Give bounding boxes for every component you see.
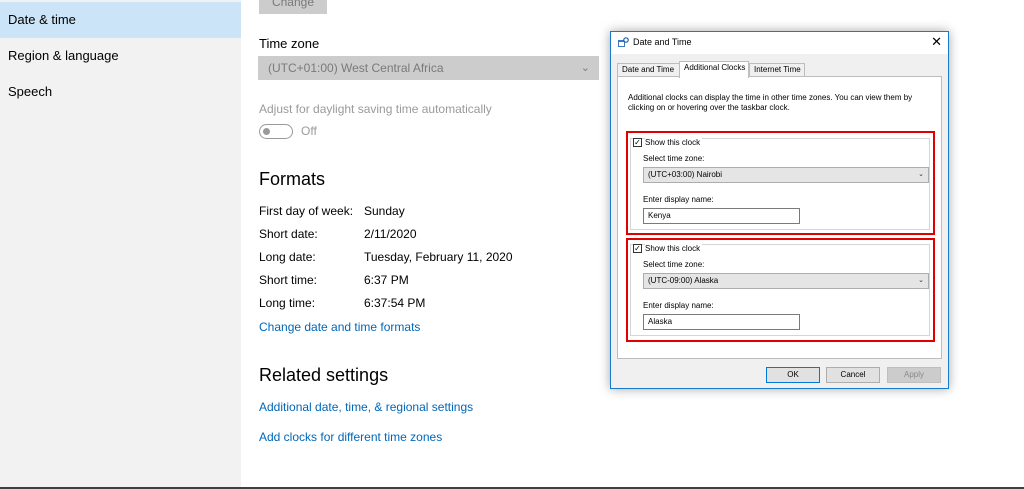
format-label-first-day: First day of week: [259,204,354,218]
clock-1-group: ✓ Show this clock Select time zone: (UTC… [630,138,930,230]
format-value-short-date: 2/11/2020 [364,227,417,241]
time-zone-value: (UTC+01:00) West Central Africa [268,61,444,75]
chevron-down-icon: ⌄ [580,62,590,74]
clock-1-tz-label: Select time zone: [643,154,705,163]
format-label-short-time: Short time: [259,273,318,287]
sidebar-item-speech[interactable]: Speech [0,74,241,110]
clock-2-name-label: Enter display name: [643,301,714,310]
cancel-button[interactable]: Cancel [826,367,880,383]
clock-2-group: ✓ Show this clock Select time zone: (UTC… [630,244,930,336]
sidebar-item-region-language[interactable]: Region & language [0,38,241,74]
change-button[interactable]: Change [259,0,327,14]
show-clock-2-label: Show this clock [645,244,703,253]
add-clocks-link[interactable]: Add clocks for different time zones [259,430,442,444]
date-time-dialog: Date and Time ✕ Date and Time Additional… [610,31,949,389]
time-zone-select[interactable]: (UTC+01:00) West Central Africa ⌄ [258,56,599,80]
chevron-down-icon: ⌄ [918,277,924,284]
daylight-saving-state: Off [301,124,317,138]
format-value-long-date: Tuesday, February 11, 2020 [364,250,513,264]
additional-clocks-page: Additional clocks can display the time i… [617,76,942,359]
show-clock-1-checkbox[interactable]: ✓ [633,138,642,147]
daylight-saving-toggle[interactable] [259,124,293,139]
formats-heading: Formats [259,169,326,189]
format-label-long-time: Long time: [259,296,316,310]
clock-2-timezone-value: (UTC-09:00) Alaska [648,276,719,285]
change-formats-link[interactable]: Change date and time formats [259,320,420,334]
chevron-down-icon: ⌄ [918,171,924,178]
time-zone-label: Time zone [259,36,320,51]
additional-regional-settings-link[interactable]: Additional date, time, & regional settin… [259,400,473,414]
clock-2-timezone-dropdown[interactable]: (UTC-09:00) Alaska ⌄ [643,273,929,289]
format-value-first-day: Sunday [364,204,405,218]
format-label-long-date: Long date: [259,250,316,264]
show-clock-1-label: Show this clock [645,138,703,147]
format-label-short-date: Short date: [259,227,318,241]
close-icon[interactable]: ✕ [931,34,942,50]
tab-internet-time[interactable]: Internet Time [749,63,805,77]
format-value-long-time: 6:37:54 PM [364,296,426,310]
related-settings-heading: Related settings [259,365,389,385]
toggle-knob [263,127,270,135]
clock-1-display-name-input[interactable]: Kenya [643,208,800,224]
apply-button[interactable]: Apply [887,367,941,383]
dialog-title-bar[interactable]: Date and Time ✕ [611,32,948,54]
tab-date-and-time[interactable]: Date and Time [617,63,680,77]
dialog-title: Date and Time [633,37,692,47]
clock-1-name-label: Enter display name: [643,195,714,204]
format-value-short-time: 6:37 PM [364,273,409,287]
additional-clocks-description: Additional clocks can display the time i… [628,93,913,112]
clock-2-tz-label: Select time zone: [643,260,705,269]
tab-additional-clocks[interactable]: Additional Clocks [679,61,749,78]
sidebar-item-date-time[interactable]: Date & time [0,2,241,38]
ok-button[interactable]: OK [766,367,820,383]
clock-calendar-icon [618,37,629,47]
clock-2-display-name-input[interactable]: Alaska [643,314,800,330]
sidebar: Date & time Region & language Speech [0,0,241,489]
clock-1-timezone-value: (UTC+03:00) Nairobi [648,170,723,179]
clock-1-timezone-dropdown[interactable]: (UTC+03:00) Nairobi ⌄ [643,167,929,183]
daylight-saving-label: Adjust for daylight saving time automati… [259,102,492,116]
show-clock-2-checkbox[interactable]: ✓ [633,244,642,253]
